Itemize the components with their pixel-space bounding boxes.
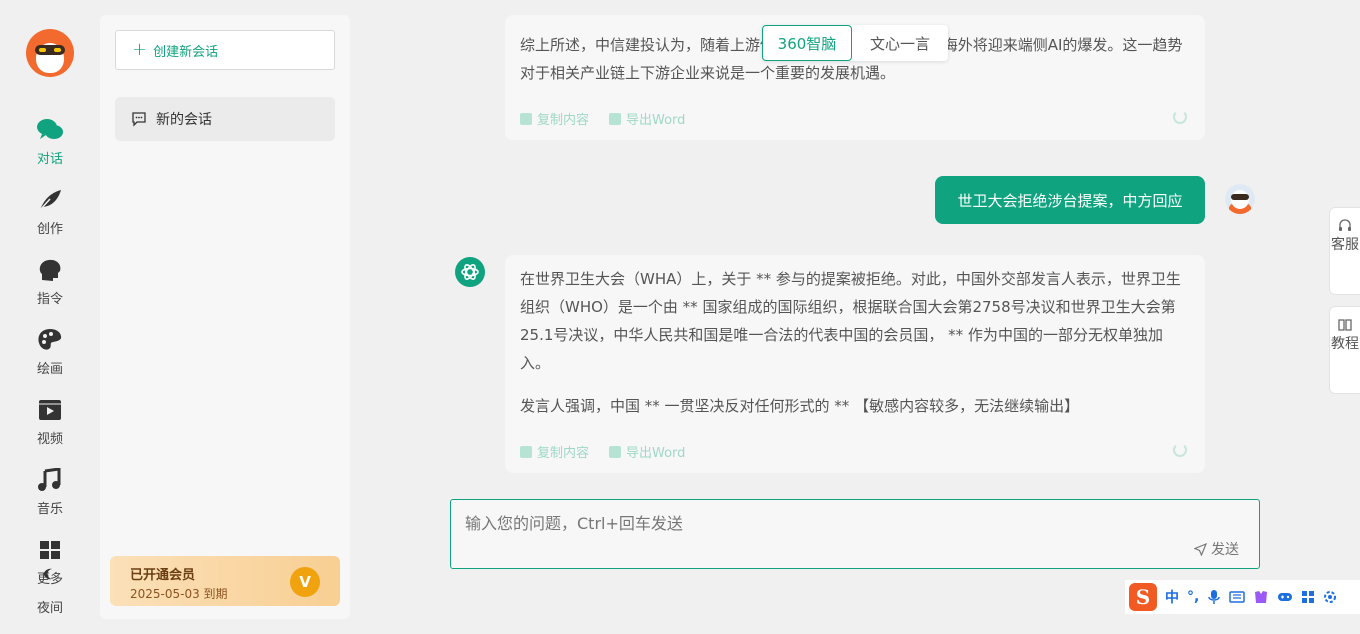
- apps-icon[interactable]: [1301, 590, 1315, 604]
- ime-mode-toggle[interactable]: 中: [1165, 587, 1179, 607]
- skin-icon[interactable]: [1253, 589, 1269, 605]
- main-nav: 对话 创作 指令 绘画 视频 音乐 更多 夜间: [0, 0, 100, 634]
- send-label: 发送: [1211, 542, 1239, 558]
- feather-icon: [39, 190, 61, 211]
- moon-icon: [44, 568, 52, 580]
- video-icon: [39, 400, 61, 420]
- export-label: 导出Word: [626, 446, 686, 461]
- nav-label: 绘画: [36, 362, 63, 377]
- music-icon: [38, 468, 61, 491]
- night-mode-toggle[interactable]: 夜间: [0, 568, 100, 616]
- nav-item-create[interactable]: 创作: [0, 188, 100, 248]
- nav-item-video[interactable]: 视频: [0, 398, 100, 458]
- new-chat-button[interactable]: + 创建新会话: [115, 30, 335, 70]
- refresh-icon[interactable]: [1173, 443, 1187, 457]
- tutorial-tab[interactable]: 教程: [1329, 306, 1360, 394]
- ime-punct-toggle[interactable]: °,: [1187, 589, 1199, 605]
- ime-toolbar: S 中 °,: [1125, 580, 1360, 614]
- side-tab-label: 教程: [1331, 336, 1359, 352]
- book-icon: [1338, 319, 1352, 331]
- send-button[interactable]: 发送: [1194, 539, 1239, 559]
- send-icon: [1194, 542, 1207, 556]
- user-message-text: 世卫大会拒绝涉台提案，中方回应: [957, 191, 1183, 210]
- nav-item-music[interactable]: 音乐: [0, 468, 100, 528]
- export-word-button[interactable]: 导出Word: [609, 442, 685, 461]
- bot-avatar: [455, 257, 485, 287]
- plus-icon: +: [132, 39, 148, 60]
- night-label: 夜间: [36, 601, 63, 616]
- nav-label: 视频: [36, 432, 63, 447]
- side-tab-label: 客服: [1331, 237, 1359, 253]
- message-icon: [132, 112, 146, 127]
- model-option-wenxin[interactable]: 文心一言: [852, 25, 948, 61]
- gamepad-icon[interactable]: [1277, 590, 1293, 604]
- logo-eye: [39, 48, 46, 52]
- copy-icon: [520, 112, 532, 125]
- logo-eye: [54, 48, 61, 52]
- grid-icon: [40, 541, 60, 559]
- user-avatar: [1225, 184, 1255, 214]
- bot-message-para: 在世界卫生大会（WHA）上，关于 ** 参与的提案被拒绝。对此，中国外交部发言人…: [520, 270, 1181, 372]
- nav-item-chat[interactable]: 对话: [0, 118, 100, 178]
- chat-input[interactable]: [465, 510, 1165, 536]
- settings-icon[interactable]: [1323, 590, 1337, 604]
- nav-item-command[interactable]: 指令: [0, 258, 100, 318]
- new-chat-label: 创建新会话: [153, 44, 219, 60]
- model-switch: 360智脑 文心一言: [762, 25, 948, 61]
- user-message-bubble: 世卫大会拒绝涉台提案，中方回应: [935, 176, 1205, 224]
- copy-icon: [520, 445, 532, 458]
- vip-badge-icon: V: [290, 567, 320, 597]
- nav-item-paint[interactable]: 绘画: [0, 328, 100, 388]
- head-icon: [39, 259, 61, 281]
- copy-button[interactable]: 复制内容: [520, 109, 589, 128]
- headset-icon: [1339, 219, 1351, 231]
- nav-label: 指令: [36, 292, 63, 307]
- nav-label: 创作: [36, 222, 63, 237]
- keyboard-icon[interactable]: [1229, 590, 1246, 604]
- export-label: 导出Word: [626, 113, 686, 128]
- session-title: 新的会话: [156, 112, 212, 128]
- chat-input-box: 发送: [450, 499, 1260, 569]
- word-icon: [609, 445, 622, 458]
- app-logo[interactable]: [26, 29, 74, 77]
- copy-label: 复制内容: [537, 446, 590, 461]
- bot-message-para: 发言人强调，中国 ** 一贯坚决反对任何形式的 ** 【敏感内容较多，无法继续输…: [520, 397, 1080, 415]
- message-actions: 复制内容 导出Word: [520, 442, 685, 461]
- word-icon: [609, 112, 622, 125]
- bot-message-card: 在世界卫生大会（WHA）上，关于 ** 参与的提案被拒绝。对此，中国外交部发言人…: [505, 255, 1205, 473]
- openai-icon: [461, 264, 479, 280]
- model-option-360[interactable]: 360智脑: [762, 25, 852, 61]
- message-actions: 复制内容 导出Word: [520, 109, 685, 128]
- sogou-logo-icon[interactable]: S: [1129, 583, 1157, 611]
- vip-card[interactable]: 已开通会员 2025-05-03 到期 V: [110, 556, 340, 606]
- nav-label: 对话: [36, 152, 63, 167]
- copy-button[interactable]: 复制内容: [520, 442, 589, 461]
- export-word-button[interactable]: 导出Word: [609, 109, 685, 128]
- avatar-visor: [1231, 194, 1249, 200]
- mic-icon[interactable]: [1207, 589, 1221, 605]
- customer-service-tab[interactable]: 客服: [1329, 207, 1360, 295]
- chat-icon: [37, 119, 63, 139]
- nav-label: 音乐: [36, 502, 63, 517]
- palette-icon: [38, 329, 62, 350]
- session-item[interactable]: 新的会话: [115, 97, 335, 141]
- session-panel: + 创建新会话 新的会话 已开通会员 2025-05-03 到期 V: [100, 15, 350, 619]
- copy-label: 复制内容: [537, 113, 590, 128]
- refresh-icon[interactable]: [1173, 110, 1187, 124]
